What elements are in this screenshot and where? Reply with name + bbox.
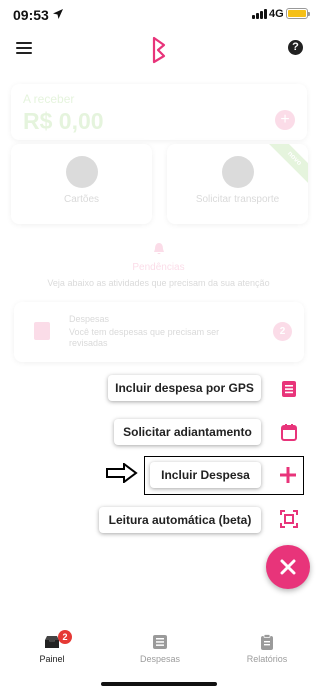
close-fab-button[interactable]	[266, 545, 310, 589]
new-ribbon: novo	[266, 144, 308, 187]
location-arrow-icon	[53, 9, 63, 19]
despesas-pending-card: Despesas Você tem despesas que precisam …	[14, 302, 304, 362]
despesas-card-title: Despesas	[69, 314, 110, 324]
pendencias-title: Pendências	[132, 262, 185, 273]
bottom-nav: 2 Painel Despesas Relatórios	[0, 624, 317, 690]
signal-icon	[252, 9, 267, 19]
nav-label-relatorios: Relatórios	[246, 654, 288, 664]
leitura-automatica-button[interactable]: Leitura automática (beta)	[99, 507, 261, 533]
gps-list-icon[interactable]	[280, 380, 298, 398]
receivable-card: A receber R$ 0,00 +	[11, 84, 307, 140]
solicitar-adiantamento-button[interactable]: Solicitar adiantamento	[114, 419, 261, 445]
tile-transporte-label: Solicitar transporte	[195, 194, 280, 205]
receivable-label: A receber	[23, 92, 75, 106]
receipt-icon	[153, 635, 167, 649]
add-receivable-button: +	[275, 110, 295, 130]
tile-solicitar-transporte: novo Solicitar transporte	[167, 144, 308, 224]
status-time: 09:53	[13, 7, 49, 23]
home-indicator	[101, 682, 217, 686]
card-icon	[65, 156, 98, 188]
nav-item-despesas[interactable]: Despesas	[120, 634, 200, 664]
help-icon[interactable]: ?	[288, 40, 303, 55]
status-bar: 09:53 4G	[0, 0, 317, 30]
clipboard-icon	[261, 634, 273, 650]
pendencias-subtitle: Veja abaixo as atividades que precisam d…	[47, 278, 270, 288]
scan-icon[interactable]	[280, 510, 298, 528]
receipt-icon	[34, 322, 50, 340]
hamburger-icon[interactable]	[16, 42, 32, 54]
app-logo	[152, 36, 166, 64]
car-icon	[221, 156, 254, 188]
network-type: 4G	[269, 8, 284, 20]
close-icon	[280, 559, 296, 575]
pointer-arrow-icon	[106, 463, 138, 483]
tile-cartoes-label: Cartões	[63, 194, 99, 205]
incluir-despesa-gps-button[interactable]: Incluir despesa por GPS	[108, 375, 261, 401]
app-header: ?	[0, 30, 317, 70]
battery-icon	[286, 8, 310, 19]
painel-badge: 2	[58, 630, 72, 644]
bell-icon	[154, 243, 164, 255]
receivable-value: R$ 0,00	[23, 108, 104, 134]
calendar-icon[interactable]	[280, 423, 298, 441]
nav-item-painel[interactable]: 2 Painel	[12, 630, 92, 664]
highlight-box	[144, 456, 304, 495]
nav-item-relatorios[interactable]: Relatórios	[227, 634, 307, 664]
dashboard-content: A receber R$ 0,00 + Cartões novo Solicit…	[0, 76, 317, 624]
nav-label-painel: Painel	[39, 654, 65, 664]
despesas-card-text: Você tem despesas que precisam ser revis…	[69, 327, 220, 348]
tile-cartoes: Cartões	[11, 144, 152, 224]
despesas-count-badge: 2	[273, 322, 292, 341]
nav-label-despesas: Despesas	[139, 654, 181, 664]
